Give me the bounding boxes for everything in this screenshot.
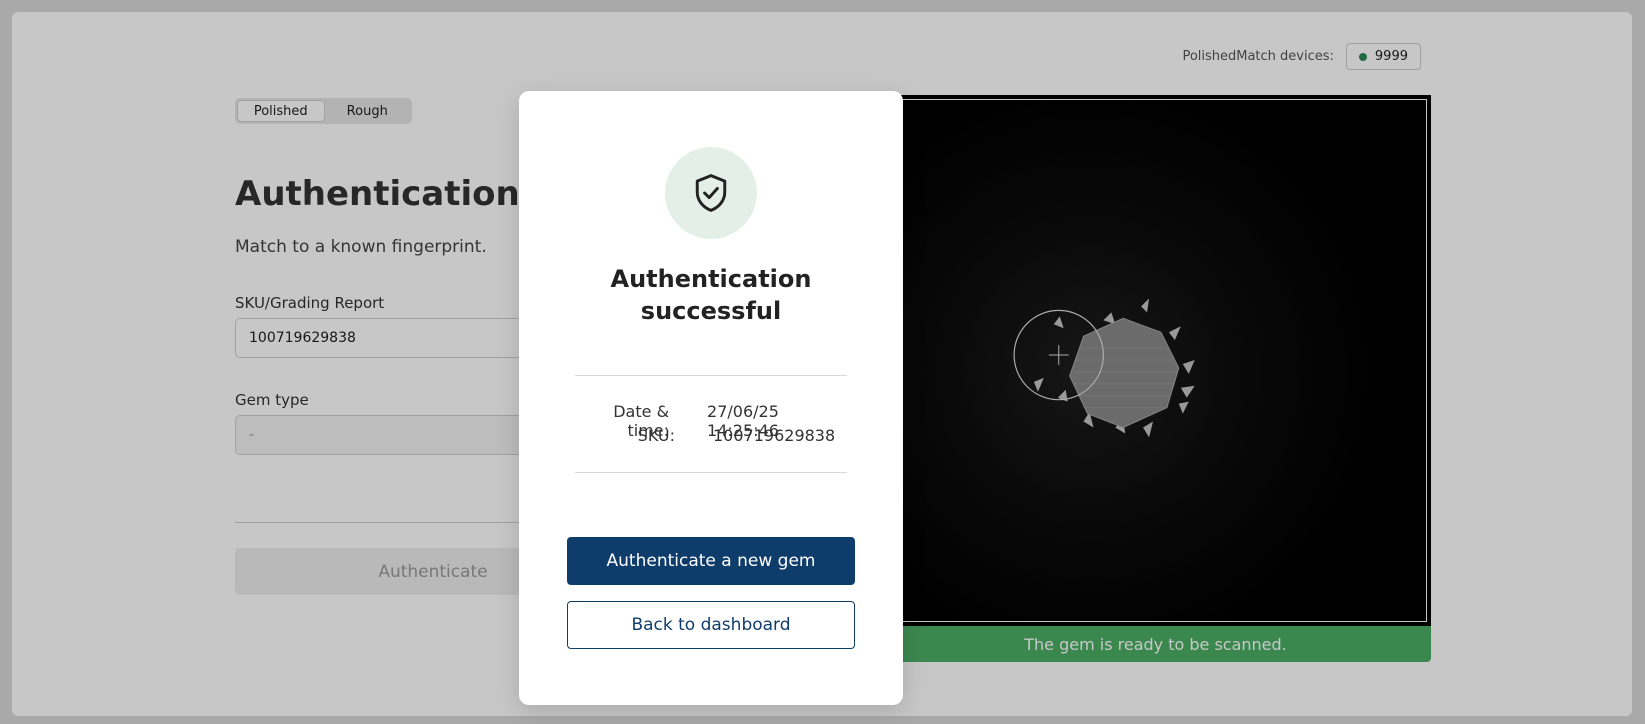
modal-title: Authentication successful: [610, 265, 812, 325]
sku-info-value: 100719629838: [713, 426, 836, 445]
modal-divider-top: [575, 375, 847, 376]
sku-info-label: SKU:: [637, 426, 675, 445]
authenticate-new-gem-button[interactable]: Authenticate a new gem: [567, 537, 855, 585]
shield-check-icon: [665, 147, 757, 239]
back-to-dashboard-button[interactable]: Back to dashboard: [567, 601, 855, 649]
modal-divider-bottom: [575, 472, 847, 473]
success-modal: Authentication successful Date & time: 2…: [519, 91, 903, 705]
info-row-sku: SKU: 100719629838: [575, 426, 847, 445]
